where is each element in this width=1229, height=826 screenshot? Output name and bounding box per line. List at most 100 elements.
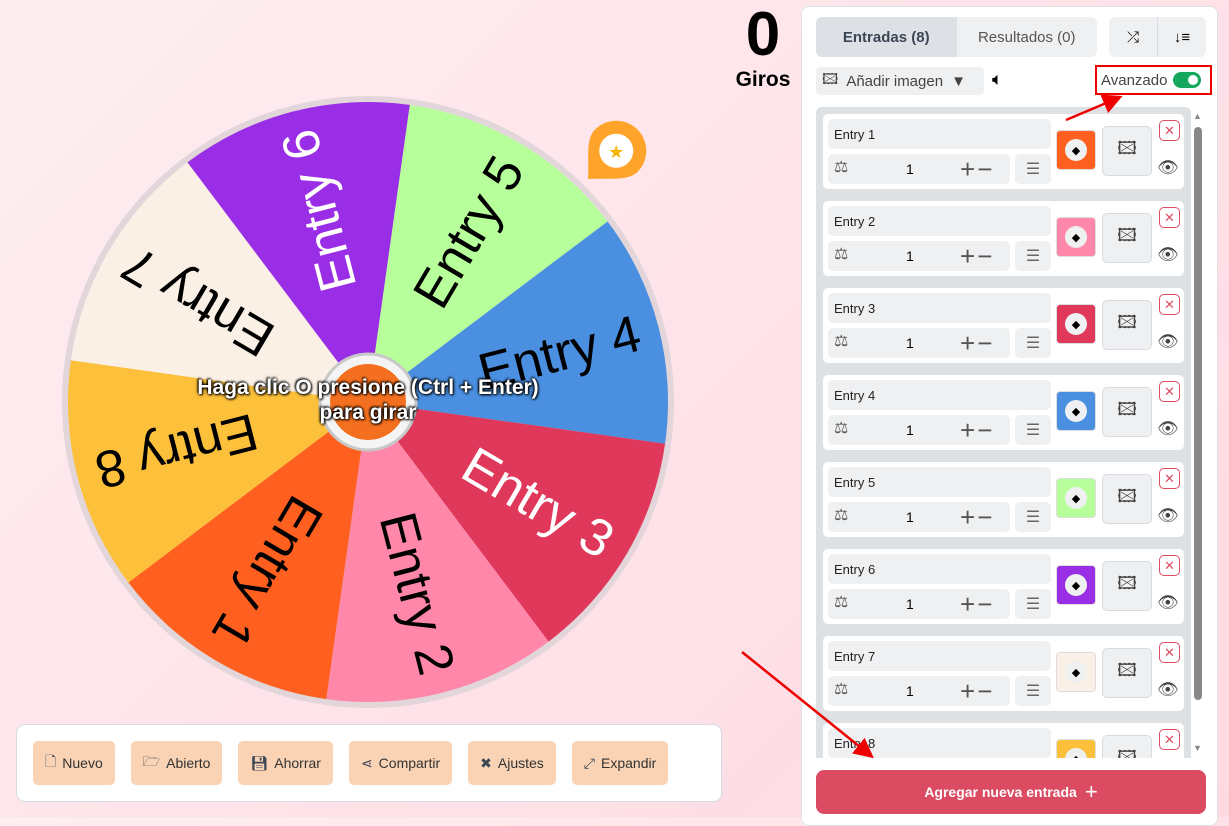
entries-list: Entry 1 ⚖ 1 +− ☰ ◆ 🖾 ✕ 👁︎ Entry 2 ⚖ 1 +−… (816, 107, 1191, 758)
entry-color-button[interactable]: ◆ (1056, 304, 1096, 344)
entry-settings-button[interactable]: ☰ (1015, 154, 1051, 184)
advanced-toggle-box[interactable]: Avanzado (1095, 65, 1212, 95)
entry-visibility-button[interactable]: 👁︎ (1157, 419, 1179, 439)
entry-name-input[interactable]: Entry 1 (828, 119, 1051, 149)
entry-color-button[interactable]: ◆ (1056, 565, 1096, 605)
weight-minus-button[interactable]: − (977, 328, 994, 358)
nuevo-button[interactable]: 🗋 Nuevo (33, 741, 115, 785)
scroll-up-icon[interactable]: ▲ (1193, 111, 1202, 121)
entry-delete-button[interactable]: ✕ (1159, 294, 1180, 315)
entry-delete-button[interactable]: ✕ (1159, 729, 1180, 750)
entry-settings-button[interactable]: ☰ (1015, 676, 1051, 706)
image-add-icon: 🖾 (1117, 573, 1137, 593)
entry-settings-button[interactable]: ☰ (1015, 502, 1051, 532)
entry-settings-button[interactable]: ☰ (1015, 328, 1051, 358)
entry-weight-value[interactable]: 1 (906, 596, 914, 612)
entry-image-button[interactable]: 🖾 (1102, 474, 1152, 524)
entry-delete-button[interactable]: ✕ (1159, 468, 1180, 489)
entry-name-input[interactable]: Entry 8 (828, 728, 1051, 758)
entry-weight: ⚖ 1 +− (828, 415, 1010, 445)
entry-settings-button[interactable]: ☰ (1015, 589, 1051, 619)
entry-name-input[interactable]: Entry 5 (828, 467, 1051, 497)
entry-image-button[interactable]: 🖾 (1102, 648, 1152, 698)
entries-scrollbar[interactable]: ▲ ▼ (1191, 107, 1205, 758)
expandir-button[interactable]: ⤢ Expandir (571, 741, 669, 785)
entry-name-input[interactable]: Entry 6 (828, 554, 1051, 584)
entry-image-button[interactable]: 🖾 (1102, 735, 1152, 758)
weight-plus-button[interactable]: + (960, 328, 977, 358)
entry-color-button[interactable]: ◆ (1056, 130, 1096, 170)
spin-hint[interactable]: Haga clic O presione (Ctrl + Enter) para … (118, 375, 618, 425)
sound-button[interactable]: 🔈︎ (992, 69, 1003, 90)
entry-image-button[interactable]: 🖾 (1102, 387, 1152, 437)
sort-button[interactable]: ↓≡ (1157, 17, 1206, 57)
weight-minus-button[interactable]: − (977, 241, 994, 271)
entry-name-input[interactable]: Entry 7 (828, 641, 1051, 671)
add-entry-button[interactable]: Agregar nueva entrada + (816, 770, 1206, 814)
shuffle-button[interactable]: ⤮ (1109, 17, 1157, 57)
weight-minus-button[interactable]: − (977, 415, 994, 445)
entry-delete-button[interactable]: ✕ (1159, 207, 1180, 228)
weight-plus-button[interactable]: + (960, 415, 977, 445)
entry-weight: ⚖ 1 +− (828, 676, 1010, 706)
entry-visibility-button[interactable]: 👁︎ (1157, 680, 1179, 700)
entry-name-input[interactable]: Entry 4 (828, 380, 1051, 410)
entry-weight-value[interactable]: 1 (906, 248, 914, 264)
weight-plus-button[interactable]: + (960, 502, 977, 532)
entry-settings-button[interactable]: ☰ (1015, 241, 1051, 271)
ahorrar-button[interactable]: 💾︎ Ahorrar (238, 741, 333, 785)
eye-icon: 👁︎ (1157, 506, 1179, 525)
entry-color-button[interactable]: ◆ (1056, 652, 1096, 692)
entry-color-button[interactable]: ◆ (1056, 217, 1096, 257)
tab-entries[interactable]: Entradas (8) (816, 17, 957, 57)
toolbar-button-label: Ajustes (497, 755, 544, 771)
weight-minus-button[interactable]: − (977, 676, 994, 706)
balance-icon: ⚖ (834, 681, 849, 698)
scroll-down-icon[interactable]: ▼ (1193, 743, 1202, 753)
add-image-dropdown[interactable]: 🖾 Añadir imagen ▼ (816, 67, 984, 95)
abierto-button[interactable]: 🗁 Abierto (130, 741, 223, 785)
entry-delete-button[interactable]: ✕ (1159, 381, 1180, 402)
entry-weight-value[interactable]: 1 (906, 422, 914, 438)
spin-wheel[interactable]: Entry 5Entry 4Entry 3Entry 2Entry 1Entry… (0, 0, 730, 720)
weight-minus-button[interactable]: − (977, 589, 994, 619)
entry-weight-value[interactable]: 1 (906, 683, 914, 699)
weight-plus-button[interactable]: + (960, 589, 977, 619)
hint-line-2: para girar (319, 401, 417, 424)
weight-minus-button[interactable]: − (977, 502, 994, 532)
entry-visibility-button[interactable]: 👁︎ (1157, 506, 1179, 526)
paint-bucket-icon: ◆ (1065, 748, 1087, 758)
entry-image-button[interactable]: 🖾 (1102, 561, 1152, 611)
tab-results[interactable]: Resultados (0) (957, 17, 1098, 57)
entry-image-button[interactable]: 🖾 (1102, 213, 1152, 263)
weight-minus-button[interactable]: − (977, 154, 994, 184)
compartir-button[interactable]: ⋖ Compartir (348, 741, 453, 785)
entry-name-input[interactable]: Entry 2 (828, 206, 1051, 236)
entry-delete-button[interactable]: ✕ (1159, 642, 1180, 663)
weight-plus-button[interactable]: + (960, 676, 977, 706)
entry-visibility-button[interactable]: 👁︎ (1157, 245, 1179, 265)
entry-name-input[interactable]: Entry 3 (828, 293, 1051, 323)
entry-weight: ⚖ 1 +− (828, 502, 1010, 532)
save-icon: 💾︎ (250, 754, 269, 771)
entry-weight-value[interactable]: 1 (906, 161, 914, 177)
entry-color-button[interactable]: ◆ (1056, 391, 1096, 431)
advanced-toggle[interactable] (1173, 72, 1202, 88)
entry-color-button[interactable]: ◆ (1056, 739, 1096, 758)
entry-weight-value[interactable]: 1 (906, 335, 914, 351)
entry-image-button[interactable]: 🖾 (1102, 126, 1152, 176)
image-add-icon: 🖾 (1117, 660, 1137, 680)
scrollbar-thumb[interactable] (1194, 127, 1202, 700)
weight-plus-button[interactable]: + (960, 154, 977, 184)
entry-visibility-button[interactable]: 👁︎ (1157, 332, 1179, 352)
entry-settings-button[interactable]: ☰ (1015, 415, 1051, 445)
weight-plus-button[interactable]: + (960, 241, 977, 271)
entry-weight-value[interactable]: 1 (906, 509, 914, 525)
entry-delete-button[interactable]: ✕ (1159, 555, 1180, 576)
entry-image-button[interactable]: 🖾 (1102, 300, 1152, 350)
entry-visibility-button[interactable]: 👁︎ (1157, 158, 1179, 178)
ajustes-button[interactable]: ✖ Ajustes (468, 741, 556, 785)
entry-color-button[interactable]: ◆ (1056, 478, 1096, 518)
entry-visibility-button[interactable]: 👁︎ (1157, 593, 1179, 613)
entry-delete-button[interactable]: ✕ (1159, 120, 1180, 141)
